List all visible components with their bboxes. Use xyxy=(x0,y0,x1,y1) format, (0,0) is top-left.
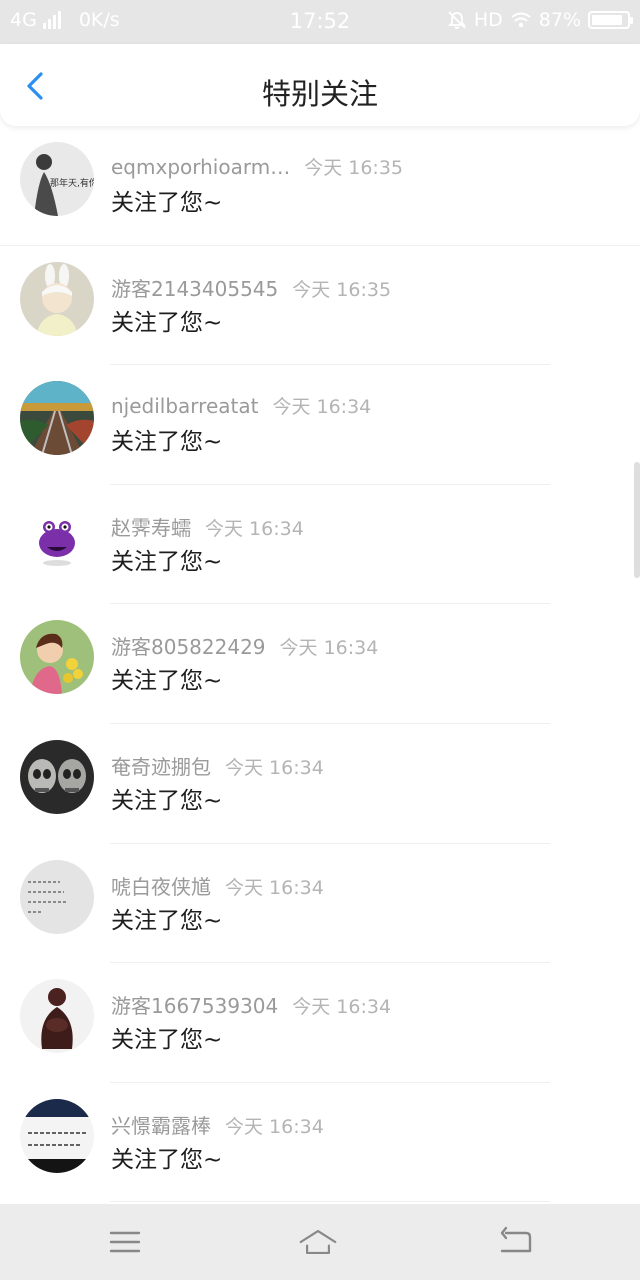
avatar[interactable] xyxy=(20,1098,94,1173)
status-right: HD 87% xyxy=(447,9,633,31)
user-name[interactable]: 奄奇迹掤包 今天 16:34 xyxy=(111,751,324,780)
avatar[interactable] xyxy=(20,381,94,456)
avatar-purple-monster xyxy=(20,500,94,575)
avatar[interactable] xyxy=(20,620,94,695)
avatar-statue xyxy=(20,979,94,1054)
message-text: 关注了您~ xyxy=(111,429,223,456)
user-name[interactable]: 唬白夜侠馗 今天 16:34 xyxy=(111,871,324,900)
page-title: 特别关注 xyxy=(261,77,378,111)
system-nav-bar xyxy=(0,1204,640,1280)
status-bar: 4G 0K/s 17:52 HD 87% xyxy=(0,0,640,44)
follow-time: 今天 16:34 xyxy=(272,396,372,419)
avatar[interactable] xyxy=(20,979,94,1054)
user-name[interactable]: 游客805822429 今天 16:34 xyxy=(111,631,378,660)
list-item[interactable]: 兴憬霸露棒 今天 16:34 关注了您~ xyxy=(0,1083,640,1203)
follow-time: 今天 16:35 xyxy=(304,157,403,179)
avatar[interactable] xyxy=(20,859,94,934)
user-name[interactable]: 游客2143405545 今天 16:35 xyxy=(111,273,391,302)
message-text: 关注了您~ xyxy=(111,309,223,336)
home-icon[interactable] xyxy=(298,1222,338,1262)
list-item[interactable]: njedilbarreatat 今天 16:34 关注了您~ xyxy=(0,365,640,485)
list-item[interactable]: 唬白夜侠馗 今天 16:34 关注了您~ xyxy=(0,844,640,964)
avatar[interactable] xyxy=(20,500,94,575)
battery-percent: 87% xyxy=(538,9,581,31)
list-item[interactable]: 赵霁寿蠕 今天 16:34 关注了您~ xyxy=(0,485,640,605)
avatar-text-girl: 那年天,有你吗 xyxy=(20,142,94,216)
message-text: 关注了您~ xyxy=(111,907,223,934)
list-item[interactable]: 奄奇迹掤包 今天 16:34 关注了您~ xyxy=(0,724,640,844)
wifi-icon xyxy=(511,12,531,28)
message-text: 关注了您~ xyxy=(111,787,223,814)
user-name[interactable]: eqmxporhioarm… 今天 16:35 xyxy=(111,153,403,180)
menu-icon[interactable] xyxy=(105,1222,145,1262)
follow-time: 今天 16:34 xyxy=(225,876,324,899)
follow-time: 今天 16:34 xyxy=(279,637,379,660)
message-text: 关注了您~ xyxy=(111,1027,223,1054)
follow-time: 今天 16:34 xyxy=(292,996,392,1019)
avatar-skulls xyxy=(20,739,94,814)
message-text: 关注了您~ xyxy=(111,668,223,695)
list-item[interactable]: 那年天,有你吗 eqmxporhioarm…今天 16:35 关注了您~ xyxy=(0,126,640,246)
avatar-flower-girl xyxy=(20,620,94,695)
battery-fill xyxy=(592,15,622,25)
user-name[interactable]: 兴憬霸露棒 今天 16:34 xyxy=(111,1110,324,1139)
avatar[interactable]: 那年天,有你吗 xyxy=(20,142,94,216)
follow-time: 今天 16:35 xyxy=(292,278,392,301)
back-icon[interactable] xyxy=(496,1222,536,1262)
list-item[interactable]: 游客805822429 今天 16:34 关注了您~ xyxy=(0,604,640,724)
list-item[interactable]: 游客1667539304 今天 16:34 关注了您~ xyxy=(0,963,640,1083)
header-bar: 特别关注 xyxy=(0,44,640,126)
user-name[interactable]: 游客1667539304 今天 16:34 xyxy=(111,990,391,1019)
avatar[interactable] xyxy=(20,261,94,336)
avatar-bunny-girl xyxy=(20,261,94,336)
message-text: 关注了您~ xyxy=(111,190,223,216)
follow-list: 那年天,有你吗 eqmxporhioarm…今天 16:35 关注了您~ 游客2… xyxy=(0,126,640,1203)
hd-indicator: HD xyxy=(473,9,503,31)
battery-icon xyxy=(588,11,633,29)
svg-text:那年天,有你吗: 那年天,有你吗 xyxy=(50,177,94,189)
mute-bell-icon xyxy=(447,11,467,29)
avatar-calligraphy xyxy=(20,1098,94,1173)
message-text: 关注了您~ xyxy=(111,548,223,575)
avatar[interactable] xyxy=(20,739,94,814)
avatar-railway xyxy=(20,381,94,456)
follow-time: 今天 16:34 xyxy=(225,1115,324,1138)
follow-time: 今天 16:34 xyxy=(225,756,324,779)
follow-time: 今天 16:34 xyxy=(205,517,304,540)
message-text: 关注了您~ xyxy=(111,1146,223,1173)
user-name[interactable]: njedilbarreatat 今天 16:34 xyxy=(111,392,371,419)
user-name[interactable]: 赵霁寿蠕 今天 16:34 xyxy=(111,512,304,541)
divider xyxy=(110,1201,550,1203)
avatar-handwriting xyxy=(20,859,94,934)
scrollbar[interactable] xyxy=(634,462,640,578)
list-item[interactable]: 游客2143405545 今天 16:35 关注了您~ xyxy=(0,246,640,366)
